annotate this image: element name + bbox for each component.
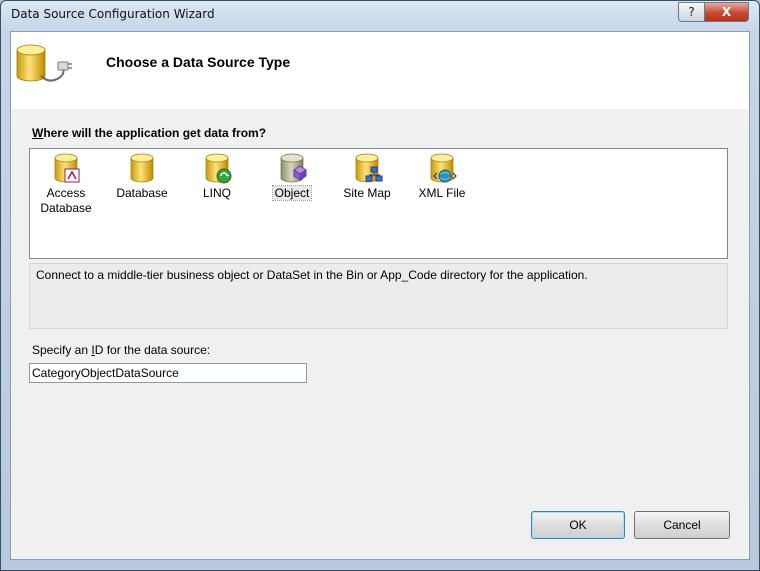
type-label: Database (116, 186, 168, 200)
dialog-content: Choose a Data Source Type Where will the… (10, 31, 750, 560)
wizard-header: Choose a Data Source Type (11, 32, 749, 109)
type-database[interactable]: Database (106, 152, 178, 201)
type-description: Connect to a middle-tier business object… (36, 268, 588, 282)
type-label: Access Database (40, 186, 92, 215)
xml-icon (430, 153, 457, 183)
access-db-icon (54, 153, 80, 183)
ok-button[interactable]: OK (531, 511, 625, 539)
database-connect-icon (16, 44, 72, 82)
data-source-type-list[interactable]: Access Database Database LINQ Object Sit… (29, 148, 728, 259)
type-access-database[interactable]: Access Database (30, 152, 102, 216)
type-xml-file[interactable]: XML File (406, 152, 478, 201)
help-button[interactable]: ? (678, 2, 705, 22)
data-source-id-input[interactable] (29, 363, 307, 383)
prompt-accelerator: W (32, 126, 44, 140)
linq-icon (205, 153, 232, 184)
type-label: Object (271, 185, 313, 201)
cancel-button[interactable]: Cancel (634, 511, 730, 539)
type-linq[interactable]: LINQ (181, 152, 253, 201)
dialog-window: Data Source Configuration Wizard ? X Cho… (0, 0, 760, 571)
data-source-prompt: Where will the application get data from… (32, 126, 266, 140)
help-icon: ? (688, 5, 695, 19)
close-button[interactable]: X (704, 2, 749, 22)
type-label: XML File (418, 186, 466, 200)
object-icon (280, 153, 307, 183)
type-description-panel: Connect to a middle-tier business object… (29, 263, 728, 329)
type-label: LINQ (202, 186, 231, 200)
sitemap-icon (355, 153, 383, 183)
prompt-text: here will the application get data from? (43, 126, 267, 140)
window-title: Data Source Configuration Wizard (11, 7, 215, 21)
id-field-label: Specify an ID for the data source: (32, 343, 211, 357)
page-title: Choose a Data Source Type (106, 54, 291, 70)
type-object[interactable]: Object (256, 152, 328, 201)
database-icon (130, 153, 154, 183)
type-label: Site Map (343, 186, 391, 200)
type-site-map[interactable]: Site Map (331, 152, 403, 201)
close-icon: X (721, 5, 732, 19)
